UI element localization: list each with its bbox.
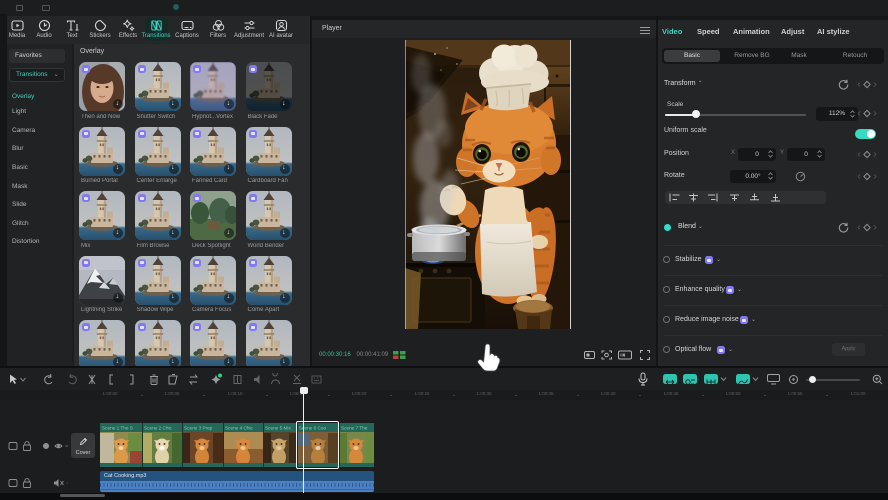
- svg-text:Scene 3 Prep: Scene 3 Prep: [184, 426, 213, 431]
- svg-text:Scene 4 Chic: Scene 4 Chic: [225, 426, 254, 431]
- svg-text:Scene 5 Mix: Scene 5 Mix: [265, 426, 291, 431]
- svg-text:Scene 7 The: Scene 7 The: [341, 426, 368, 431]
- svg-text:Scene 2 Chic: Scene 2 Chic: [144, 426, 173, 431]
- svg-text:Scene 1 The S: Scene 1 The S: [102, 426, 133, 431]
